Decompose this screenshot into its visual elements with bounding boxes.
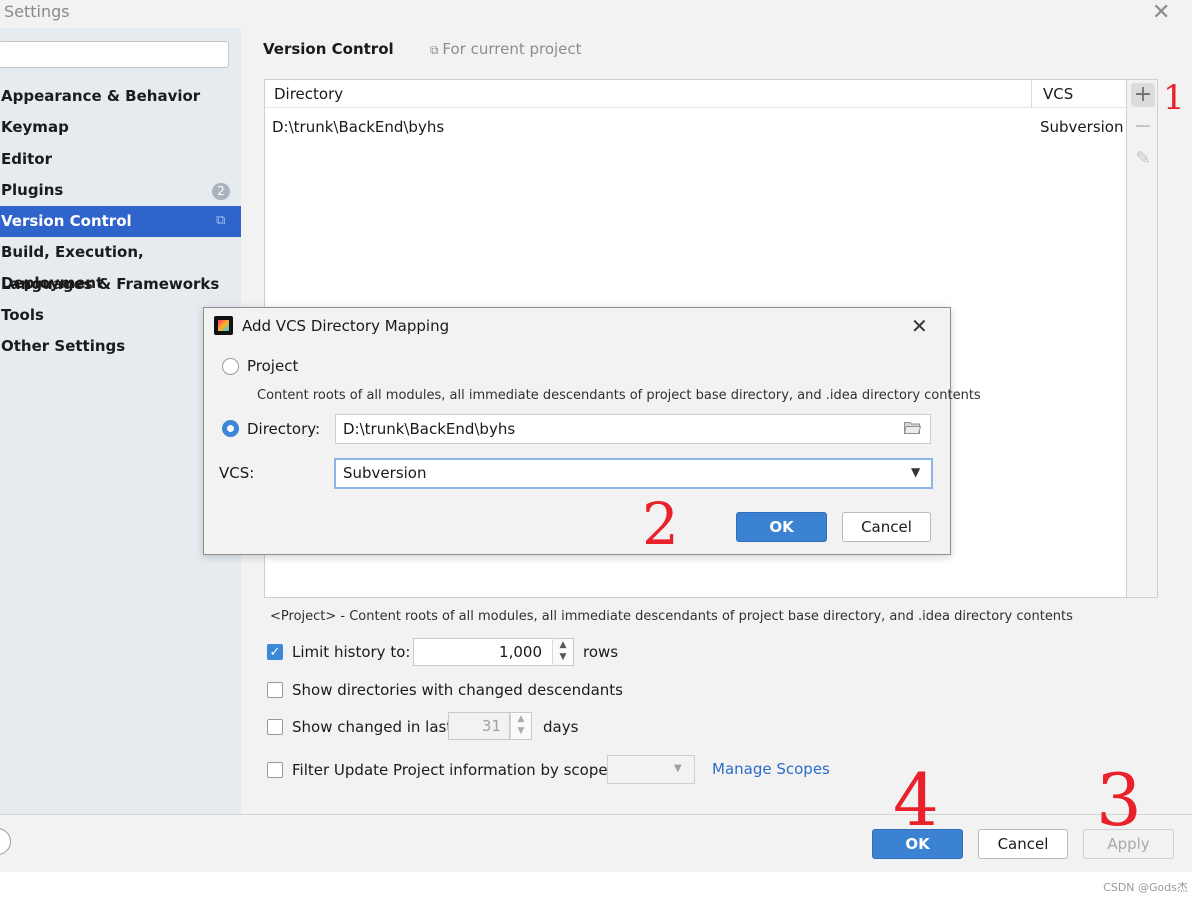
sidebar-item-label: Plugins	[1, 181, 64, 199]
project-note-label: For current project	[442, 40, 582, 58]
table-row-vcs[interactable]: Subversion	[1040, 118, 1124, 136]
rows-label: rows	[583, 643, 619, 661]
sidebar-item-label: Tools	[1, 306, 44, 324]
remove-mapping-button[interactable]: −	[1131, 115, 1155, 139]
copy-icon: ⧉	[430, 43, 443, 57]
annotation-step-4: 4	[893, 758, 939, 842]
search-input[interactable]	[0, 41, 229, 68]
chevron-down-icon: ▼	[674, 763, 682, 774]
sidebar-item-label: Editor	[1, 150, 52, 168]
close-icon[interactable]: ✕	[1152, 0, 1170, 25]
page-title: Version Control	[263, 40, 394, 58]
column-header-directory[interactable]: Directory	[274, 85, 343, 103]
sidebar-item-label: Other Settings	[1, 337, 126, 355]
sidebar-item-plugins[interactable]: Plugins 2	[0, 175, 241, 206]
current-project-note: ⧉ For current project	[430, 40, 582, 58]
history-limit-input[interactable]: 1,000	[413, 638, 553, 666]
directory-radio-label: Directory:	[247, 420, 321, 438]
intellij-logo-icon	[218, 320, 229, 331]
limit-history-checkbox[interactable]: ✓	[267, 644, 283, 660]
project-description: <Project> - Content roots of all modules…	[270, 609, 1073, 624]
copy-icon: ⧉	[216, 213, 226, 228]
sidebar-item-label: Languages & Frameworks	[1, 275, 220, 293]
column-header-vcs[interactable]: VCS	[1043, 85, 1073, 103]
show-dirs-label: Show directories with changed descendant…	[292, 681, 623, 699]
manage-scopes-link[interactable]: Manage Scopes	[712, 760, 830, 778]
annotation-step-1: 1	[1163, 78, 1185, 118]
background	[0, 872, 1202, 903]
dialog-cancel-button[interactable]: Cancel	[842, 512, 931, 542]
edit-mapping-button[interactable]: ✎	[1131, 147, 1155, 171]
header-divider	[265, 107, 1126, 108]
close-icon[interactable]: ✕	[911, 314, 928, 338]
chevron-down-icon: ▼	[911, 465, 921, 479]
history-limit-stepper[interactable]: ▲ ▼	[552, 638, 574, 666]
project-radio-label: Project	[247, 357, 299, 375]
sidebar-item-label: Appearance & Behavior	[1, 87, 201, 105]
sidebar-item-build[interactable]: Build, Execution, Deployment	[0, 237, 241, 292]
directory-radio[interactable]	[222, 420, 239, 437]
sidebar-item-appearance[interactable]: Appearance & Behavior	[0, 81, 241, 112]
add-mapping-button[interactable]: +	[1131, 83, 1155, 107]
table-row-directory[interactable]: D:\trunk\BackEnd\byhs	[272, 118, 444, 136]
sidebar-item-editor[interactable]: Editor	[0, 144, 241, 175]
filter-scope-checkbox[interactable]	[267, 762, 283, 778]
changed-days-stepper[interactable]: ▲ ▼	[510, 712, 532, 740]
show-changed-checkbox[interactable]	[267, 719, 283, 735]
plugins-count-badge: 2	[212, 183, 230, 200]
sidebar-item-label: Keymap	[1, 118, 69, 136]
dialog-ok-button[interactable]: OK	[736, 512, 827, 542]
days-label: days	[543, 718, 579, 736]
cancel-button[interactable]: Cancel	[978, 829, 1068, 859]
vcs-label: VCS:	[219, 464, 255, 482]
annotation-step-3: 3	[1096, 758, 1142, 842]
watermark: CSDN @Gods杰	[1103, 881, 1188, 894]
column-separator	[1031, 80, 1032, 107]
footer-divider	[0, 814, 1192, 815]
show-dirs-checkbox[interactable]	[267, 682, 283, 698]
directory-path-input[interactable]: D:\trunk\BackEnd\byhs	[335, 414, 931, 444]
folder-icon[interactable]	[904, 421, 921, 434]
vcs-select[interactable]: Subversion	[334, 458, 933, 489]
background	[1192, 0, 1202, 903]
filter-scope-label: Filter Update Project information by sco…	[292, 761, 608, 779]
sidebar-item-keymap[interactable]: Keymap	[0, 112, 241, 143]
limit-history-label: Limit history to:	[292, 643, 411, 661]
project-radio[interactable]	[222, 358, 239, 375]
changed-days-input[interactable]: 31	[448, 712, 510, 740]
project-option-description: Content roots of all modules, all immedi…	[257, 388, 981, 403]
show-changed-label: Show changed in last	[292, 718, 453, 736]
window-title: Settings	[4, 2, 70, 21]
dialog-title: Add VCS Directory Mapping	[242, 317, 450, 335]
sidebar-item-languages[interactable]: Languages & Frameworks	[0, 269, 241, 300]
radio-dot	[227, 425, 234, 432]
sidebar-item-version-control[interactable]: Version Control ⧉	[0, 206, 241, 237]
sidebar-item-label: Version Control	[1, 212, 132, 230]
annotation-step-2: 2	[642, 490, 679, 558]
